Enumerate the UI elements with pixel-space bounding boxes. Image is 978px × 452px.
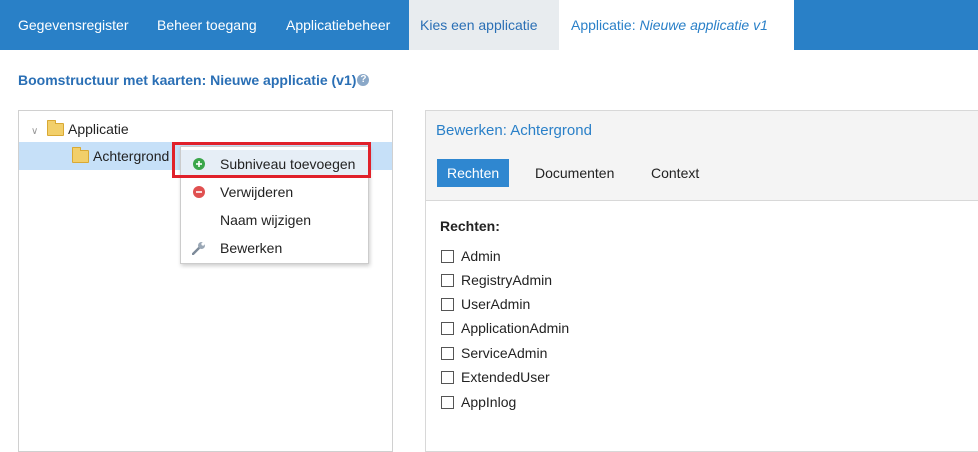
page-title: Boomstructuur met kaarten: Nieuwe applic… [18, 72, 370, 88]
tab-label: Kies een applicatie [420, 17, 538, 33]
menu-item-subniveau-toevoegen[interactable]: Subniveau toevoegen [181, 150, 368, 178]
menu-item-label: Subniveau toevoegen [220, 156, 356, 172]
menu-item-bewerken[interactable]: Bewerken [181, 234, 368, 262]
tab-gegevensregister[interactable]: Gegevensregister [18, 0, 129, 50]
right-checkbox-applicationadmin[interactable]: ApplicationAdmin [441, 318, 569, 338]
right-checkbox-extendeduser[interactable]: ExtendedUser [441, 367, 550, 387]
menu-item-naam-wijzigen[interactable]: Naam wijzigen [181, 206, 368, 234]
right-checkbox-registryadmin[interactable]: RegistryAdmin [441, 270, 552, 290]
tab-rechten[interactable]: Rechten [437, 159, 510, 187]
checkbox-label: RegistryAdmin [461, 272, 553, 288]
page-title-text: Boomstructuur met kaarten: Nieuwe applic… [18, 72, 357, 88]
top-navigation-bar: Gegevensregister Beheer toegang Applicat… [0, 0, 978, 50]
tab-label: Gegevensregister [18, 17, 129, 33]
right-checkbox-serviceadmin[interactable]: ServiceAdmin [441, 343, 547, 363]
tree-node-label: Applicatie [68, 121, 129, 137]
checkbox-label: ApplicationAdmin [461, 320, 570, 336]
checkbox-label: ExtendedUser [461, 369, 550, 385]
wrench-icon [192, 242, 205, 255]
tab-documenten[interactable]: Documenten [535, 159, 614, 187]
tab-label: Documenten [535, 165, 615, 181]
checkbox[interactable] [441, 346, 454, 360]
tab-label-value: Nieuwe applicatie v1 [639, 17, 768, 33]
checkbox-label: UserAdmin [461, 296, 531, 312]
checkbox[interactable] [441, 395, 454, 409]
edit-panel-title: Bewerken: Achtergrond [436, 122, 592, 139]
tab-beheer-toegang[interactable]: Beheer toegang [157, 0, 257, 50]
checkbox[interactable] [441, 370, 454, 384]
tab-kies-een-applicatie[interactable]: Kies een applicatie [409, 0, 559, 50]
right-checkbox-admin[interactable]: Admin [441, 246, 501, 266]
tab-label-prefix: Applicatie: [571, 17, 636, 33]
checkbox[interactable] [441, 321, 454, 335]
tab-label: Applicatiebeheer [286, 17, 391, 33]
tab-applicatie-current[interactable]: Applicatie: Nieuwe applicatie v1 [559, 0, 794, 50]
tab-label: Beheer toegang [157, 17, 257, 33]
checkbox-label: Admin [461, 248, 501, 264]
tree-node-applicatie[interactable]: ∨ Applicatie [31, 115, 129, 143]
menu-item-label: Naam wijzigen [220, 212, 312, 228]
context-menu: Subniveau toevoegen Verwijderen Naam wij… [180, 146, 369, 264]
checkbox[interactable] [441, 297, 454, 311]
folder-icon [72, 146, 89, 163]
checkbox-label: AppInlog [461, 394, 517, 410]
checkbox[interactable] [441, 273, 454, 287]
menu-item-label: Bewerken [220, 240, 283, 256]
help-icon[interactable]: ? [357, 74, 370, 87]
tree-node-label: Achtergrond [93, 148, 170, 164]
right-checkbox-useradmin[interactable]: UserAdmin [441, 294, 530, 314]
menu-item-label: Verwijderen [220, 184, 294, 200]
add-circle-icon [193, 158, 205, 170]
tab-applicatiebeheer[interactable]: Applicatiebeheer [286, 0, 390, 50]
right-checkbox-appinlog[interactable]: AppInlog [441, 392, 516, 412]
rights-heading: Rechten: [440, 218, 500, 234]
tab-label: Rechten [447, 165, 500, 181]
tab-label: Context [651, 165, 700, 181]
menu-item-verwijderen[interactable]: Verwijderen [181, 178, 368, 206]
folder-icon [47, 119, 64, 136]
remove-circle-icon [193, 186, 205, 198]
checkbox[interactable] [441, 249, 454, 263]
checkbox-label: ServiceAdmin [461, 345, 548, 361]
tab-context[interactable]: Context [651, 159, 699, 187]
